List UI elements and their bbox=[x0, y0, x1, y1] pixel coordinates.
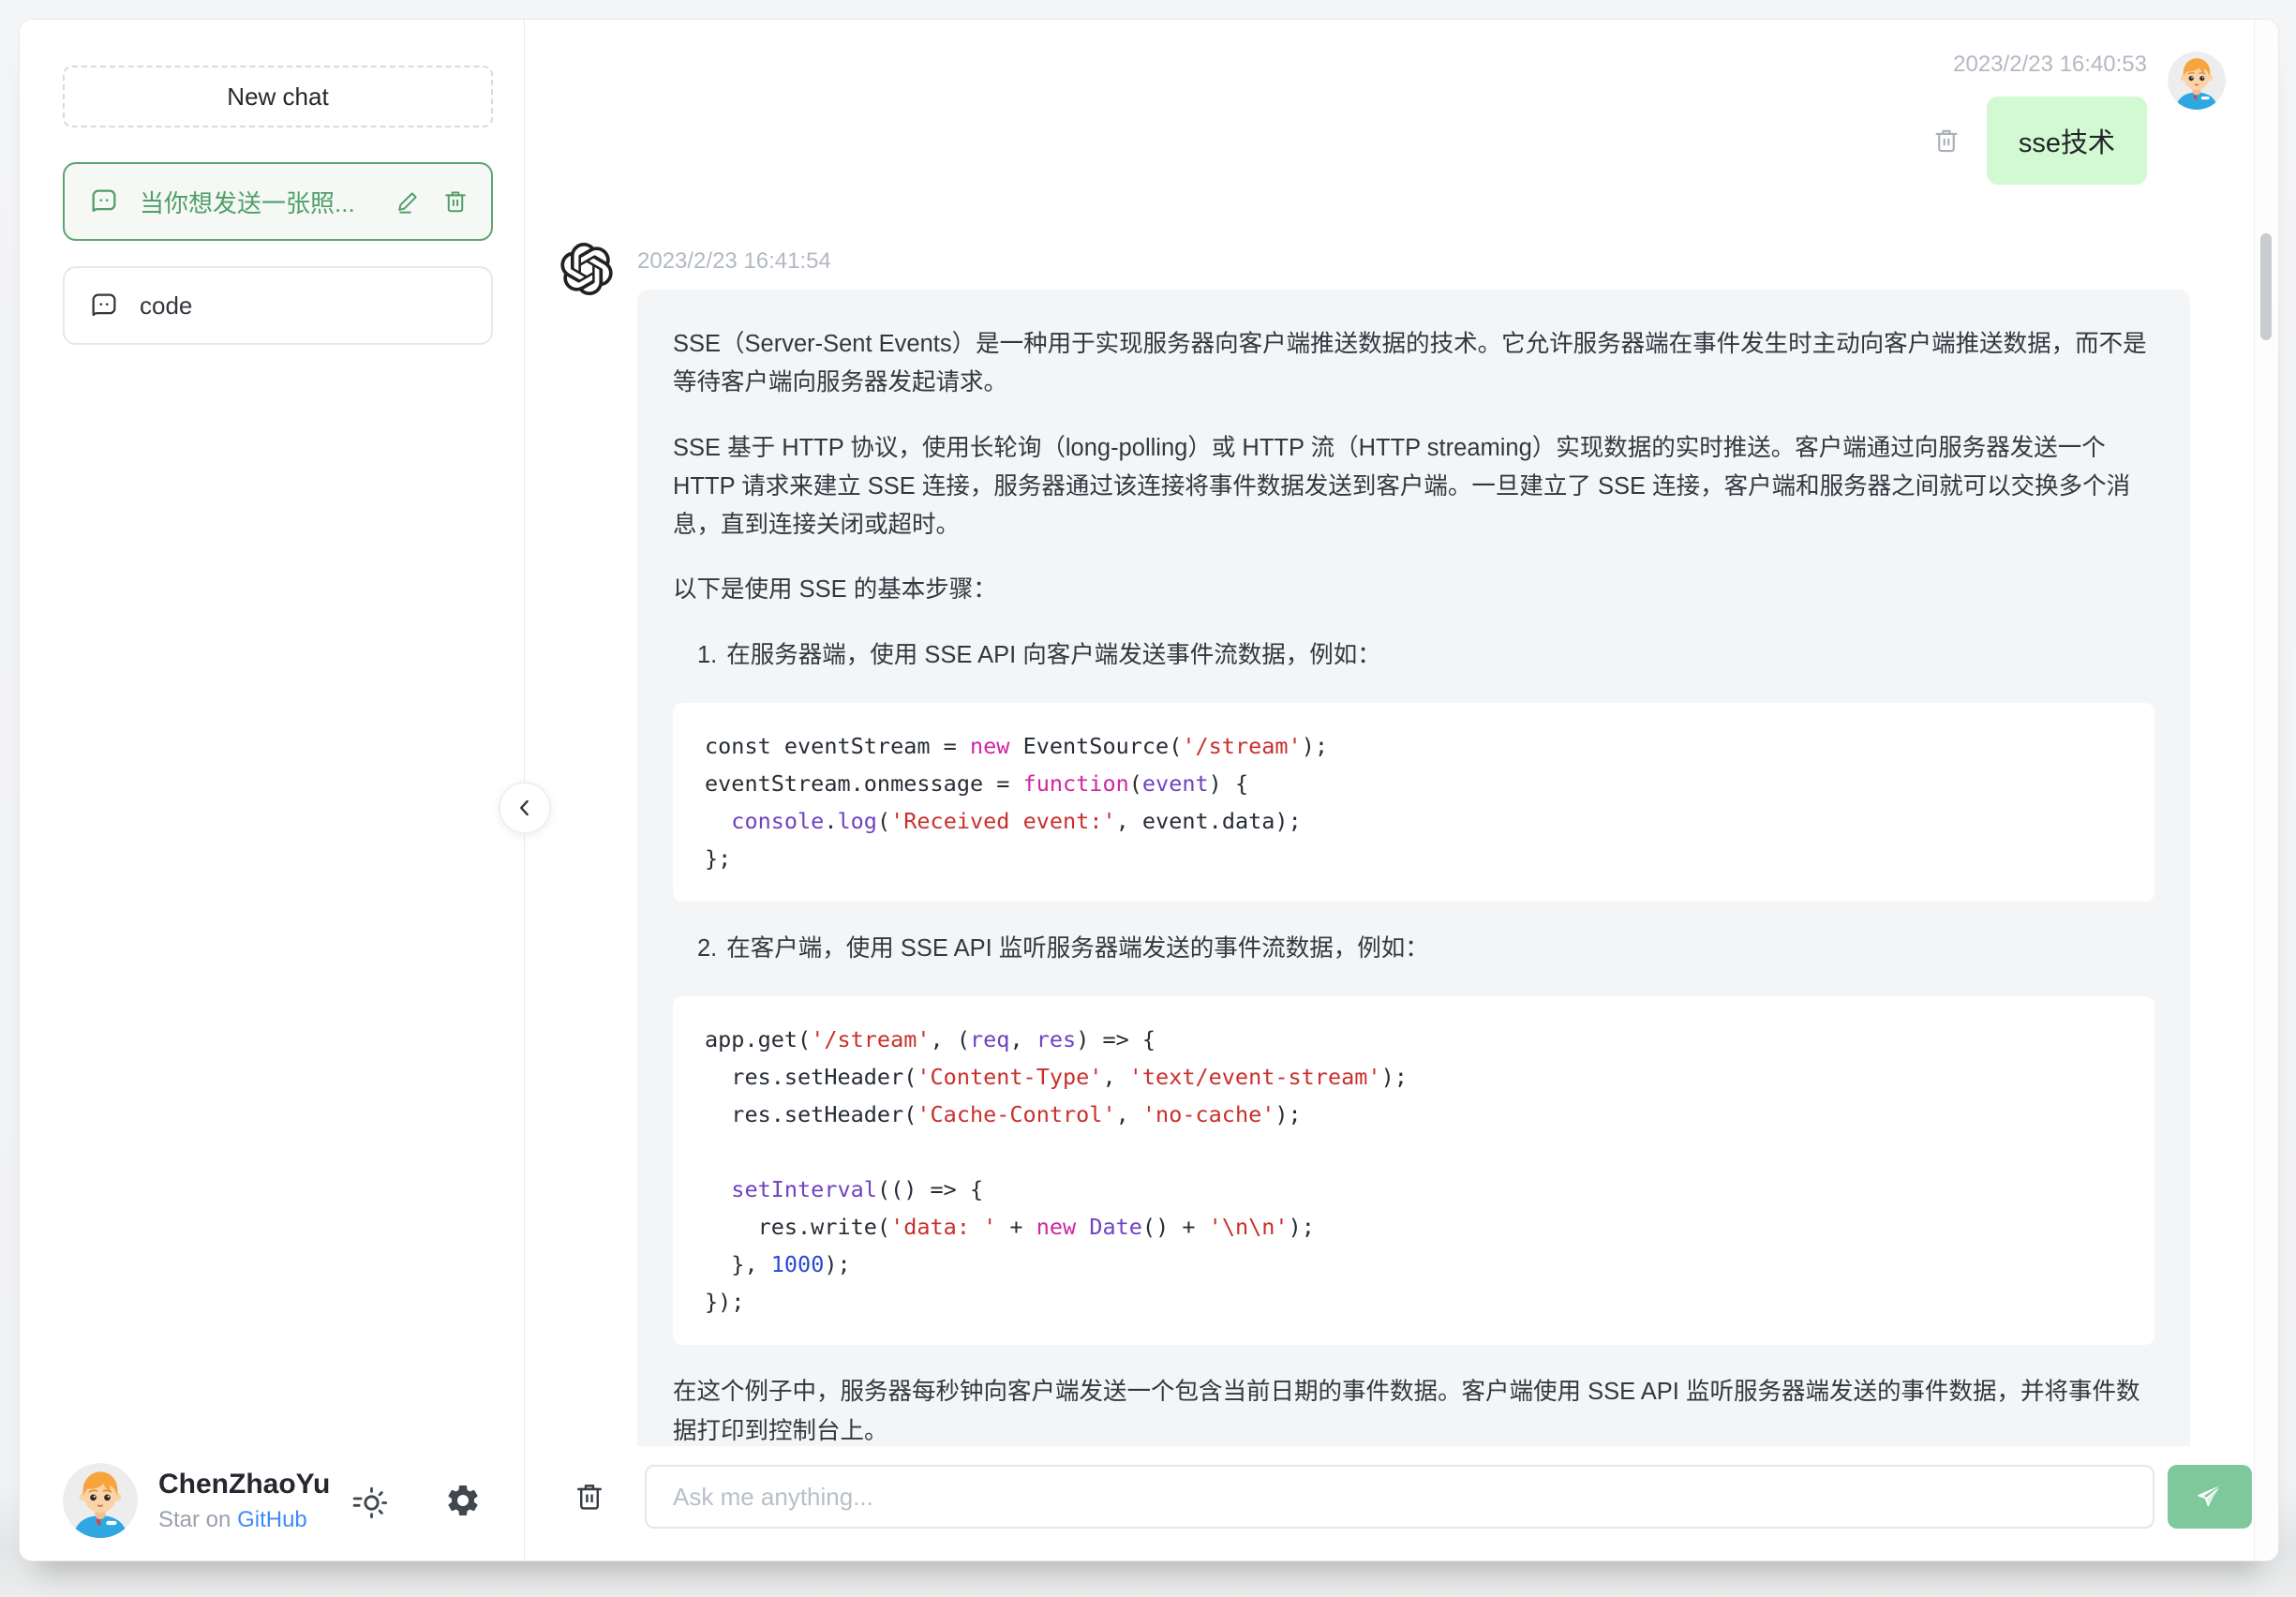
chat-bubble-icon bbox=[89, 187, 119, 216]
chat-footer-bar bbox=[525, 1446, 2254, 1560]
github-link[interactable]: GitHub bbox=[237, 1507, 307, 1532]
code-line: res.setHeader('Cache-Control', 'no-cache… bbox=[705, 1101, 1302, 1128]
code-line: }; bbox=[705, 845, 732, 873]
user-message-timestamp: 2023/2/23 16:40:53 bbox=[1953, 52, 2147, 77]
assistant-message-bubble: SSE（Server-Sent Events）是一种用于实现服务器向客户端推送数… bbox=[637, 290, 2190, 1446]
app-window: New chat 当你想发送一张照... code ChenZhaoYu Sta… bbox=[19, 19, 2279, 1561]
send-button[interactable] bbox=[2168, 1465, 2252, 1529]
star-on-github: Star on GitHub bbox=[158, 1506, 307, 1532]
paper-plane-icon bbox=[2194, 1481, 2226, 1513]
chat-input[interactable] bbox=[645, 1465, 2154, 1529]
gear-icon[interactable] bbox=[444, 1482, 482, 1519]
sidebar-collapse-button[interactable] bbox=[499, 782, 551, 834]
user-avatar bbox=[63, 1463, 138, 1538]
sidebar: New chat 当你想发送一张照... code ChenZhaoYu Sta… bbox=[20, 20, 525, 1560]
chat-list-item[interactable]: code bbox=[63, 266, 493, 345]
code-line: app.get('/stream', (req, res) => { bbox=[705, 1026, 1156, 1053]
assistant-message-content: SSE（Server-Sent Events）是一种用于实现服务器向客户端推送数… bbox=[673, 325, 2154, 1446]
openai-logo-icon bbox=[560, 243, 613, 295]
code-line: setInterval(() => { bbox=[731, 1176, 984, 1203]
scrollbar-track[interactable] bbox=[2254, 20, 2278, 1560]
sidebar-footer: ChenZhaoYu Star on GitHub bbox=[20, 1450, 524, 1560]
pencil-icon[interactable] bbox=[395, 188, 422, 215]
code-line: }, 1000); bbox=[705, 1251, 851, 1278]
chat-message-area: 2023/2/23 16:40:53 sse技术 2023/2/23 16:41… bbox=[525, 20, 2254, 1446]
user-message-bubble: sse技术 bbox=[1986, 97, 2147, 185]
trash-icon[interactable] bbox=[442, 188, 469, 215]
chat-main: 2023/2/23 16:40:53 sse技术 2023/2/23 16:41… bbox=[525, 20, 2278, 1560]
chevron-left-icon bbox=[513, 796, 537, 820]
trash-icon[interactable] bbox=[1932, 127, 1961, 155]
list-item: 2. 在客户端，使用 SSE API 监听服务器端发送的事件流数据，例如： bbox=[697, 935, 1429, 963]
chat-list-item-active[interactable]: 当你想发送一张照... bbox=[63, 162, 493, 241]
clear-conversation-trash-icon[interactable] bbox=[574, 1481, 605, 1513]
list-item: 1. 在服务器端，使用 SSE API 向客户端发送事件流数据，例如： bbox=[697, 641, 1381, 668]
scrollbar-thumb[interactable] bbox=[2260, 233, 2272, 340]
chat-list: 当你想发送一张照... code bbox=[63, 162, 493, 345]
code-line: const eventStream = new EventSource('/st… bbox=[705, 733, 1328, 760]
message-paragraph: 以下是使用 SSE 的基本步骤： bbox=[673, 576, 997, 604]
message-paragraph: SSE 基于 HTTP 协议，使用长轮询（long-polling）或 HTTP… bbox=[673, 434, 2131, 539]
code-line: console.log('Received event:', event.dat… bbox=[731, 808, 1302, 835]
assistant-message-timestamp: 2023/2/23 16:41:54 bbox=[637, 248, 831, 274]
user-name: ChenZhaoYu bbox=[158, 1469, 331, 1500]
code-line: res.setHeader('Content-Type', 'text/even… bbox=[705, 1064, 1408, 1091]
chat-bubble-icon bbox=[89, 291, 119, 321]
code-line: res.write('data: ' + new Date() + '\n\n'… bbox=[705, 1214, 1315, 1241]
code-block: const eventStream = new EventSource('/st… bbox=[673, 703, 2154, 903]
code-line: }); bbox=[705, 1289, 745, 1316]
chat-item-title: code bbox=[140, 291, 193, 320]
user-avatar bbox=[2168, 52, 2226, 110]
new-chat-button[interactable]: New chat bbox=[63, 66, 493, 127]
code-line: eventStream.onmessage = function(event) … bbox=[705, 770, 1249, 798]
message-paragraph: 在这个例子中，服务器每秒钟向客户端发送一个包含当前日期的事件数据。客户端使用 S… bbox=[673, 1379, 2140, 1444]
code-block: app.get('/stream', (req, res) => { res.s… bbox=[673, 996, 2154, 1346]
chat-item-title: 当你想发送一张照... bbox=[140, 188, 355, 217]
message-paragraph: SSE（Server-Sent Events）是一种用于实现服务器向客户端推送数… bbox=[673, 331, 2147, 396]
assistant-message-row: 2023/2/23 16:41:54 SSE（Server-Sent Event… bbox=[560, 239, 2226, 1446]
theme-sun-icon[interactable] bbox=[350, 1482, 388, 1519]
user-message-row: 2023/2/23 16:40:53 sse技术 bbox=[560, 52, 2226, 185]
